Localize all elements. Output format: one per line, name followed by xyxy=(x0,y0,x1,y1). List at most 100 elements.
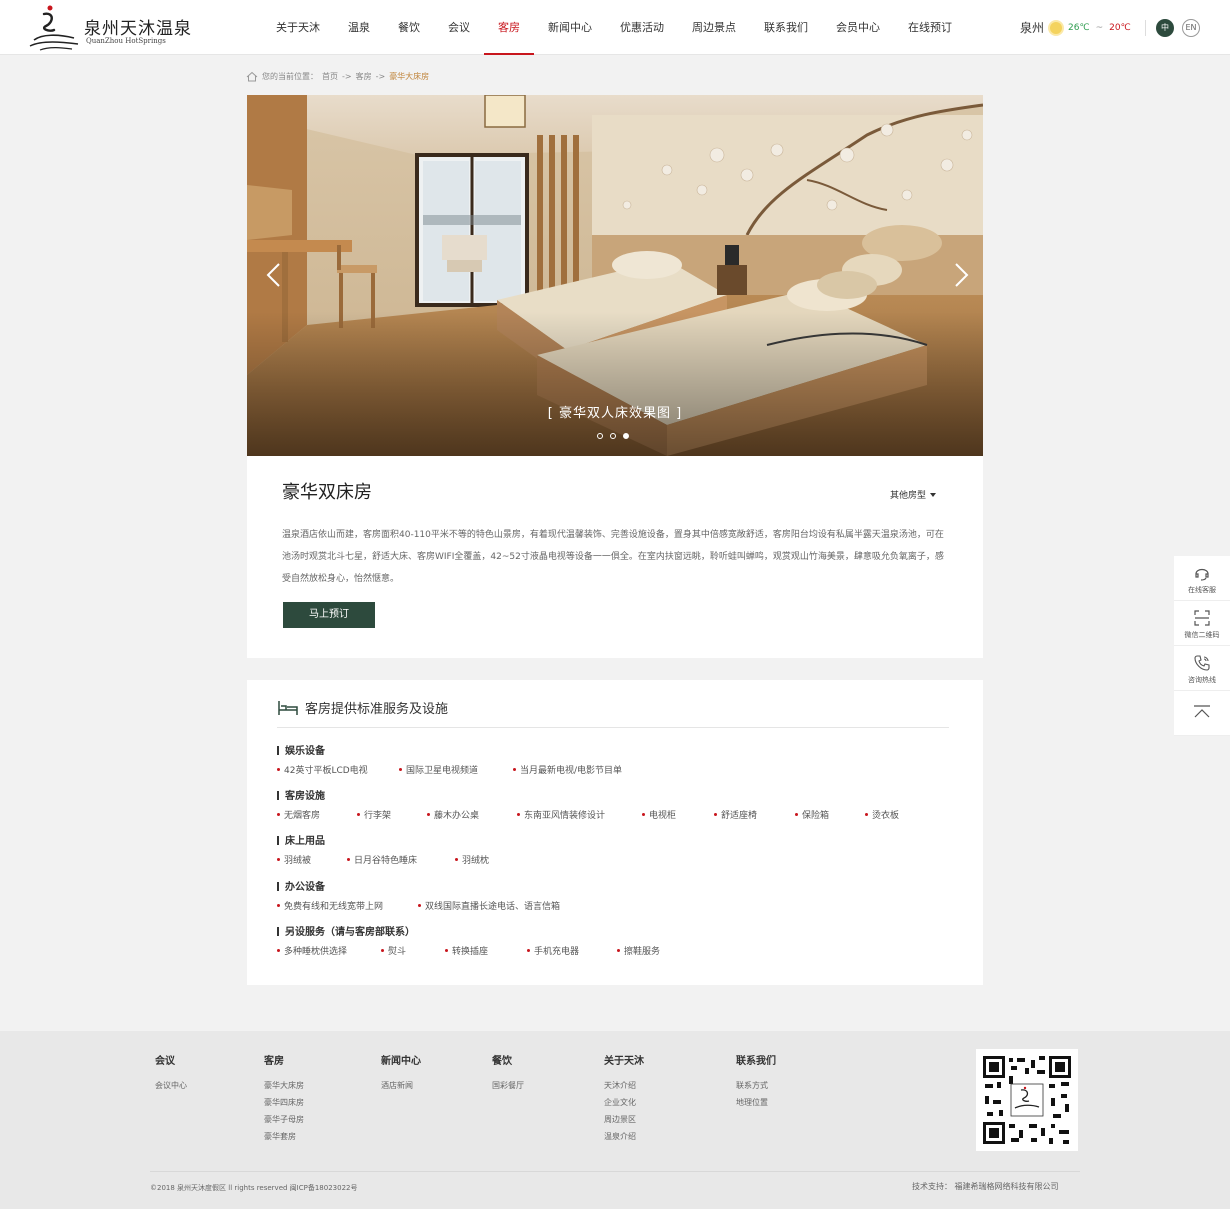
service-group-extra: 另设服务（请与客房部联系） 多种睡枕供选择 熨斗 转换插座 手机充电器 擦鞋服务 xyxy=(277,923,660,958)
nav-item-members[interactable]: 会员中心 xyxy=(822,0,894,55)
service-item: 国际卫星电视频道 xyxy=(399,763,478,776)
footer-link[interactable]: 联系方式 xyxy=(736,1077,776,1094)
carousel-dot-active[interactable] xyxy=(623,433,629,439)
other-room-types-dropdown[interactable]: 其他房型 xyxy=(890,488,937,501)
temp-low: 26℃ xyxy=(1068,22,1090,33)
wechat-qr-button[interactable]: 微信二维码 xyxy=(1174,601,1230,646)
brand-name-cn: 泉州天沐温泉 xyxy=(84,19,192,39)
logo-emblem-icon xyxy=(29,5,79,51)
online-service-button[interactable]: 在线客服 xyxy=(1174,556,1230,601)
carousel-next-icon[interactable] xyxy=(952,262,970,288)
service-group-title: 另设服务（请与客房部联系） xyxy=(277,923,415,938)
footer-divider xyxy=(150,1171,1080,1172)
room-description: 温泉酒店依山而建，客房面积40-110平米不等的特色山景房，有着现代温馨装饰、完… xyxy=(282,530,944,584)
carousel-caption: [ 豪华双人床效果图 ] xyxy=(547,406,683,421)
nav-item-booking[interactable]: 在线预订 xyxy=(894,0,966,55)
breadcrumb-home[interactable]: 首页 xyxy=(322,71,338,82)
book-now-button[interactable]: 马上预订 xyxy=(283,602,375,628)
copyright-text: ©2018 泉州天沐度假区 ll rights reserved 闽ICP备18… xyxy=(150,1184,358,1192)
lang-cn-button[interactable]: 中 xyxy=(1156,19,1174,37)
footer-column-news: 新闻中心 酒店新闻 xyxy=(381,1052,421,1094)
footer-column-rooms: 客房 豪华大床房 豪华四床房 豪华子母房 豪华套房 xyxy=(264,1052,304,1145)
footer-link[interactable]: 企业文化 xyxy=(604,1094,644,1111)
carousel-dots xyxy=(597,433,629,439)
headset-icon xyxy=(1195,568,1209,581)
weather-city: 泉州 xyxy=(1020,21,1045,35)
online-service-label: 在线客服 xyxy=(1188,586,1216,594)
footer-link[interactable]: 酒店新闻 xyxy=(381,1077,421,1094)
footer-link[interactable]: 天沐介绍 xyxy=(604,1077,644,1094)
service-group-title: 娱乐设备 xyxy=(277,742,325,757)
footer-link[interactable]: 周边景区 xyxy=(604,1111,644,1128)
hotline-label: 咨询热线 xyxy=(1188,676,1216,684)
footer-column-contact: 联系我们 联系方式 地理位置 xyxy=(736,1052,776,1111)
footer-link[interactable]: 会议中心 xyxy=(155,1077,187,1094)
nav-item-dining[interactable]: 餐饮 xyxy=(384,0,434,55)
footer-link[interactable]: 地理位置 xyxy=(736,1094,776,1111)
carousel-dot[interactable] xyxy=(610,433,616,439)
service-group-title: 床上用品 xyxy=(277,832,325,847)
service-items: 免费有线和无线宽带上网 双线国际直播长途电话、语言信箱 xyxy=(277,899,560,913)
nav-item-contact[interactable]: 联系我们 xyxy=(750,0,822,55)
footer-link[interactable]: 豪华四床房 xyxy=(264,1094,304,1111)
breadcrumb-sep: -> xyxy=(375,72,386,81)
footer-column-about: 关于天沐 天沐介绍 企业文化 周边景区 温泉介绍 xyxy=(604,1052,644,1145)
footer-link[interactable]: 温泉介绍 xyxy=(604,1128,644,1145)
service-item: 藤木办公桌 xyxy=(427,808,479,821)
wechat-qr-code xyxy=(976,1049,1078,1151)
service-item: 行李架 xyxy=(357,808,391,821)
service-group-room-facilities: 客房设施 无烟客房 行李架 藤木办公桌 东南亚风情装修设计 电视柜 舒适座椅 保… xyxy=(277,787,899,822)
services-title: 客房提供标准服务及设施 xyxy=(305,702,449,717)
footer-column-title: 餐饮 xyxy=(492,1056,512,1067)
back-to-top-icon xyxy=(1194,705,1210,718)
breadcrumb-prefix: 您的当前位置： xyxy=(262,72,318,81)
lang-en-button[interactable]: EN xyxy=(1182,19,1200,37)
footer-link[interactable]: 豪华子母房 xyxy=(264,1111,304,1128)
bed-icon xyxy=(278,700,298,715)
qr-scan-icon xyxy=(1194,610,1210,626)
footer-link[interactable]: 国彩餐厅 xyxy=(492,1077,524,1094)
services-heading: 客房提供标准服务及设施 xyxy=(277,698,448,717)
nav-item-attractions[interactable]: 周边景点 xyxy=(678,0,750,55)
service-items: 多种睡枕供选择 熨斗 转换插座 手机充电器 擦鞋服务 xyxy=(277,944,660,958)
footer-column-meeting: 会议 会议中心 xyxy=(155,1052,187,1094)
lang-divider xyxy=(1145,20,1146,36)
carousel-prev-icon[interactable] xyxy=(265,262,283,288)
brand-logo[interactable]: 泉州天沐温泉 QuanZhou HotSprings xyxy=(28,4,191,52)
service-item: 保险箱 xyxy=(795,808,829,821)
service-item: 日月谷特色睡床 xyxy=(347,853,417,866)
service-item: 擦鞋服务 xyxy=(617,944,660,957)
breadcrumb: 您的当前位置： 首页 -> 客房 -> 豪华大床房 xyxy=(246,71,429,82)
tech-support-company[interactable]: 福建希瑞格网络科技有限公司 xyxy=(955,1182,1059,1191)
footer-link[interactable]: 豪华套房 xyxy=(264,1128,304,1145)
weather-widget: 泉州 26℃ ~ 20℃ xyxy=(1020,19,1131,36)
service-item: 双线国际直播长途电话、语言信箱 xyxy=(418,899,560,912)
nav-item-promotions[interactable]: 优惠活动 xyxy=(606,0,678,55)
brand-name-en: QuanZhou HotSprings xyxy=(86,37,166,45)
service-group-office: 办公设备 免费有线和无线宽带上网 双线国际直播长途电话、语言信箱 xyxy=(277,878,560,913)
breadcrumb-section[interactable]: 客房 xyxy=(356,71,372,82)
home-icon xyxy=(246,71,258,82)
wechat-qr-label: 微信二维码 xyxy=(1184,631,1220,639)
other-room-types-label: 其他房型 xyxy=(890,491,927,501)
service-group-title: 客房设施 xyxy=(277,787,325,802)
back-to-top-button[interactable] xyxy=(1174,691,1230,736)
service-item: 手机充电器 xyxy=(527,944,579,957)
footer-column-dining: 餐饮 国彩餐厅 xyxy=(492,1052,524,1094)
service-item: 当月最新电视/电影节目单 xyxy=(513,763,622,776)
nav-item-about[interactable]: 关于天沐 xyxy=(262,0,334,55)
breadcrumb-current: 豪华大床房 xyxy=(389,72,430,81)
footer-link[interactable]: 豪华大床房 xyxy=(264,1077,304,1094)
footer-column-title: 会议 xyxy=(155,1056,175,1067)
service-item: 熨斗 xyxy=(381,944,406,957)
qr-code-icon xyxy=(981,1054,1073,1146)
carousel-dot[interactable] xyxy=(597,433,603,439)
nav-item-meeting[interactable]: 会议 xyxy=(434,0,484,55)
nav-item-hotspring[interactable]: 温泉 xyxy=(334,0,384,55)
hotline-button[interactable]: 咨询热线 xyxy=(1174,646,1230,691)
site-footer: 会议 会议中心 客房 豪华大床房 豪华四床房 豪华子母房 豪华套房 新闻中心 酒… xyxy=(0,1031,1230,1209)
nav-item-news[interactable]: 新闻中心 xyxy=(534,0,606,55)
service-item: 转换插座 xyxy=(445,944,488,957)
room-services-card: 客房提供标准服务及设施 娱乐设备 42英寸平板LCD电视 国际卫星电视频道 当月… xyxy=(247,680,983,985)
nav-item-rooms[interactable]: 客房 xyxy=(484,0,534,55)
